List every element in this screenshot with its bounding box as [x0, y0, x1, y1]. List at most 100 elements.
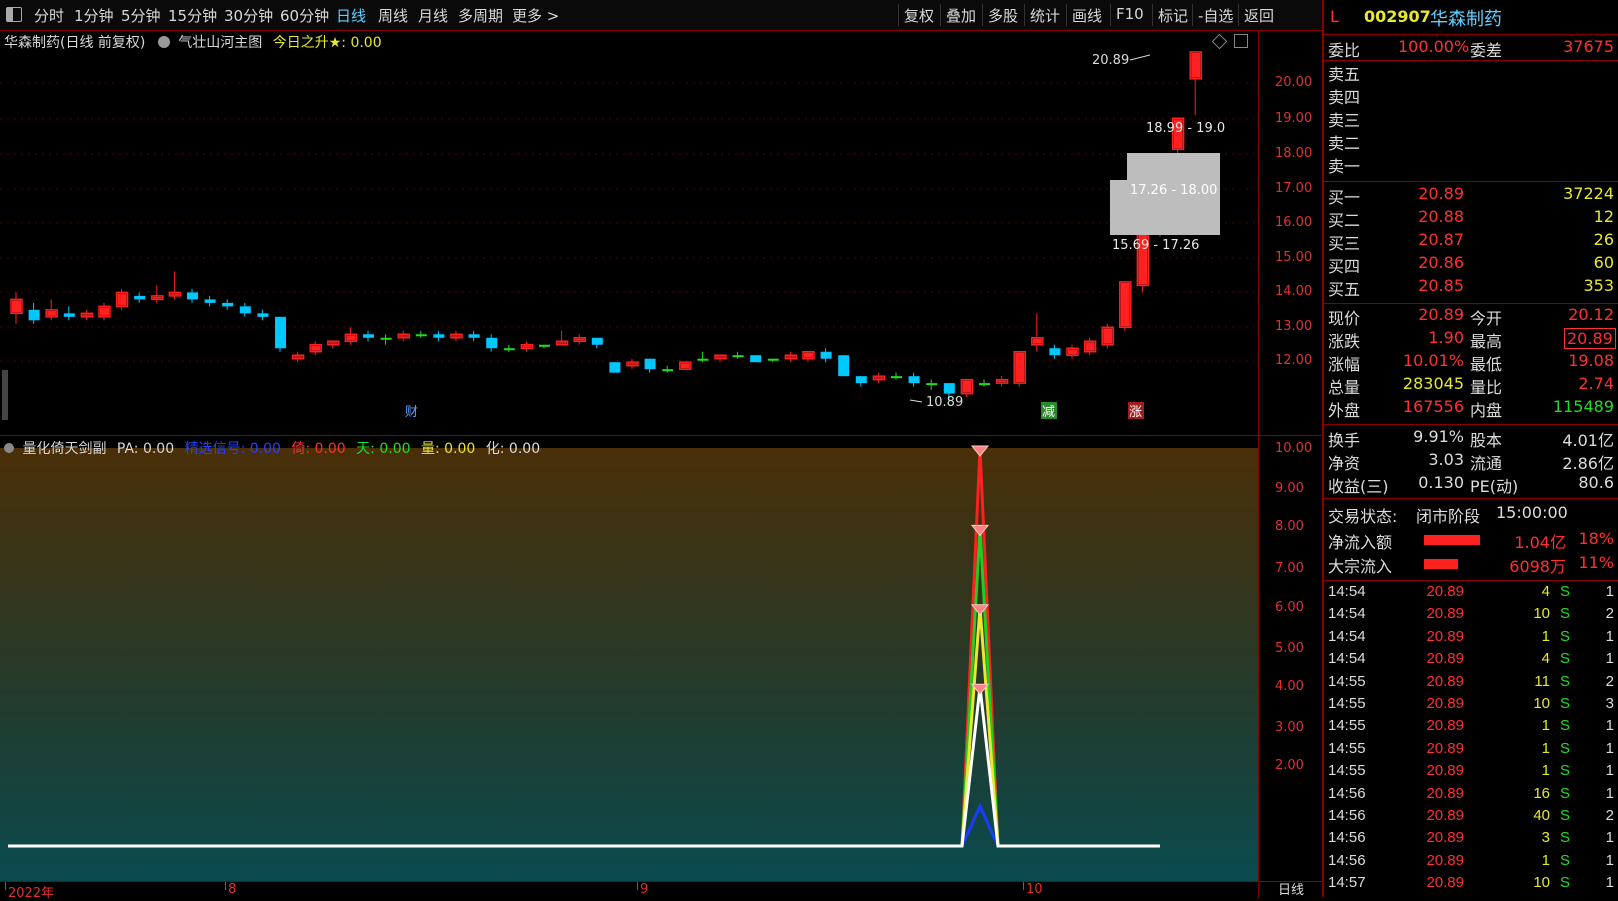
candle-body[interactable] [979, 383, 990, 386]
cai-marker[interactable]: 财 [405, 405, 418, 420]
tick-row[interactable]: 14:54 20.89 10 S 2 [1324, 605, 1618, 627]
candle-body[interactable] [28, 309, 40, 321]
buy-row[interactable]: 买二 20.88 12 [1324, 207, 1618, 230]
candle-body[interactable] [275, 316, 286, 349]
tab-6[interactable]: 日线 [336, 5, 366, 26]
tick-row[interactable]: 14:57 20.89 10 S 1 [1324, 874, 1618, 896]
panel-toggle-icon[interactable] [1234, 34, 1248, 48]
tool-3[interactable]: 统计 [1030, 5, 1060, 26]
kline-chart[interactable]: 18.99 - 19.0 17.26 - 18.00 15.69 - 17.26 20… [0, 30, 1258, 435]
candle-body[interactable] [468, 334, 480, 338]
tab-7[interactable]: 周线 [378, 5, 408, 26]
candle-body[interactable] [591, 337, 603, 345]
candle-body[interactable] [63, 313, 75, 317]
fund-row: 收益(三) 0.130 PE(动) 80.6 [1324, 473, 1618, 496]
candle-body[interactable] [908, 376, 920, 384]
sell-row[interactable]: 卖四 [1324, 84, 1618, 107]
candle-body[interactable] [363, 334, 374, 338]
period-label[interactable]: 日线 [1258, 881, 1323, 898]
sell-row[interactable]: 卖三 [1324, 107, 1618, 130]
jian-marker[interactable]: 减 [1042, 405, 1055, 420]
tick-price: 20.89 [1426, 807, 1464, 824]
candle-body[interactable] [750, 355, 762, 363]
candle-body[interactable] [503, 348, 515, 351]
tick-row[interactable]: 14:56 20.89 1 S 1 [1324, 852, 1618, 874]
indicator-name[interactable]: 气壮山河主图 [178, 35, 262, 51]
candle-body[interactable] [644, 358, 656, 370]
candle-body[interactable] [415, 334, 427, 337]
candle-body[interactable] [380, 337, 392, 340]
tab-10[interactable]: 更多 > [512, 5, 559, 26]
fund-value: 2.86亿 [1562, 454, 1614, 473]
zhang-marker[interactable]: 涨 [1129, 405, 1142, 420]
candle-body[interactable] [662, 369, 674, 372]
sell-row[interactable]: 卖五 [1324, 61, 1618, 84]
tick-row[interactable]: 14:55 20.89 1 S 1 [1324, 762, 1618, 784]
tick-row[interactable]: 14:55 20.89 10 S 3 [1324, 695, 1618, 717]
candle-body[interactable] [486, 337, 498, 349]
tick-row[interactable]: 14:56 20.89 16 S 1 [1324, 785, 1618, 807]
left-scroll-handle[interactable] [2, 370, 8, 420]
candle-body[interactable] [891, 376, 902, 379]
buy-row[interactable]: 买五 20.85 353 [1324, 276, 1618, 299]
candle-body[interactable] [838, 355, 850, 377]
tick-row[interactable]: 14:54 20.89 4 S 1 [1324, 583, 1618, 605]
candle-body[interactable] [767, 358, 779, 361]
price-tick: 19.00 [1275, 111, 1313, 126]
candle-body[interactable] [539, 344, 550, 347]
buy-row[interactable]: 买一 20.89 37224 [1324, 184, 1618, 207]
tab-9[interactable]: 多周期 [458, 5, 503, 26]
candle-body[interactable] [609, 362, 621, 373]
tab-0[interactable]: 分时 [34, 5, 64, 26]
tab-3[interactable]: 15分钟 [168, 5, 217, 26]
candle-body[interactable] [820, 351, 832, 359]
tick-row[interactable]: 14:56 20.89 3 S 1 [1324, 829, 1618, 851]
indicator-tick: 8.00 [1275, 519, 1304, 534]
candle-body[interactable] [257, 313, 269, 317]
tab-4[interactable]: 30分钟 [224, 5, 273, 26]
candle-body[interactable] [433, 334, 445, 338]
tick-row[interactable]: 14:54 20.89 4 S 1 [1324, 650, 1618, 672]
tool-4[interactable]: 画线 [1072, 5, 1102, 26]
tick-row[interactable]: 14:55 20.89 1 S 1 [1324, 740, 1618, 762]
sell-row[interactable]: 卖二 [1324, 130, 1618, 153]
candle-body[interactable] [855, 376, 867, 384]
candle-body[interactable] [187, 292, 198, 300]
candle-body[interactable] [697, 358, 709, 361]
sub-indicator-name[interactable]: 量化倚天剑副 [22, 441, 106, 457]
candle-body[interactable] [239, 306, 251, 314]
tab-8[interactable]: 月线 [418, 5, 448, 26]
candle-body[interactable] [926, 383, 938, 386]
tab-5[interactable]: 60分钟 [280, 5, 329, 26]
tick-row[interactable]: 14:56 20.89 40 S 2 [1324, 807, 1618, 829]
tick-row[interactable]: 14:54 20.89 1 S 1 [1324, 628, 1618, 650]
window-toggle-icon[interactable] [6, 7, 22, 22]
stock-name[interactable]: 华森制药 [1430, 5, 1502, 31]
tool-8[interactable]: 返回 [1244, 5, 1274, 26]
candle-body[interactable] [134, 295, 146, 300]
indicator-chart[interactable] [0, 436, 1258, 881]
tool-2[interactable]: 多股 [988, 5, 1018, 26]
indicator-collapse-icon[interactable] [4, 443, 14, 453]
tab-2[interactable]: 5分钟 [121, 5, 161, 26]
tool-6[interactable]: 标记 [1158, 5, 1188, 26]
tab-1[interactable]: 1分钟 [74, 5, 114, 26]
candle-fill [628, 363, 637, 365]
candle-body[interactable] [1049, 348, 1061, 356]
tool-0[interactable]: 复权 [904, 5, 934, 26]
candle-body[interactable] [943, 383, 955, 394]
date-axis: 2022年 8 9 10 [0, 881, 1258, 901]
indicator-toggle-icon[interactable] [157, 36, 170, 48]
candle-body[interactable] [222, 302, 234, 307]
candle-body[interactable] [204, 299, 216, 303]
buy-row[interactable]: 买四 20.86 60 [1324, 253, 1618, 276]
sell-row[interactable]: 卖一 [1324, 153, 1618, 176]
tool-1[interactable]: 叠加 [946, 5, 976, 26]
tick-row[interactable]: 14:55 20.89 1 S 1 [1324, 717, 1618, 739]
tick-row[interactable]: 14:55 20.89 11 S 2 [1324, 673, 1618, 695]
tool-5[interactable]: F10 [1116, 5, 1144, 23]
buy-row[interactable]: 买三 20.87 26 [1324, 230, 1618, 253]
tool-7[interactable]: -自选 [1198, 5, 1233, 26]
candle-fill [47, 310, 57, 316]
candle-body[interactable] [732, 355, 744, 358]
